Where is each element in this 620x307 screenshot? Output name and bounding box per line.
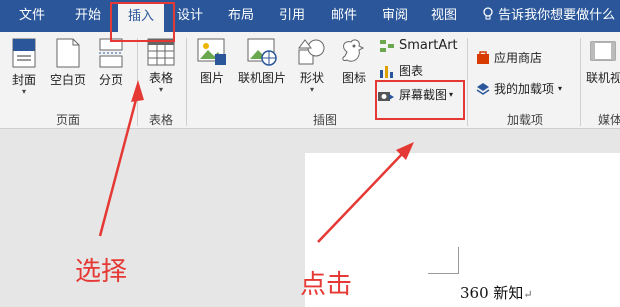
click-annotation: 点击: [300, 270, 353, 300]
click-arrow: [317, 142, 414, 243]
select-annotation: 选择: [75, 257, 128, 287]
select-arrow: [98, 80, 144, 237]
